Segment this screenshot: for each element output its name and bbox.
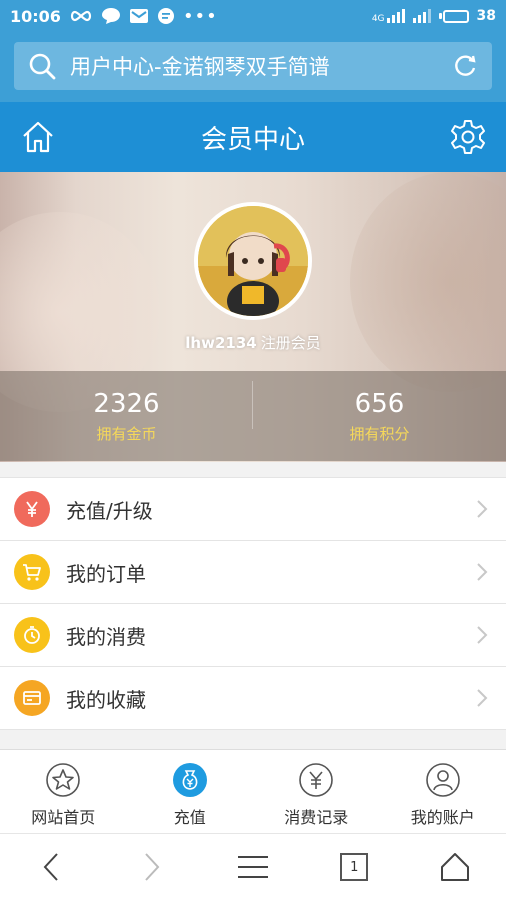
money-bag-icon [172,762,208,798]
menu-item-favorites[interactable]: 我的收藏 [0,667,506,730]
home-icon [441,853,470,881]
star-icon [45,762,81,798]
user-icon [425,762,461,798]
address-field[interactable]: 用户中心-金诺钢琴双手简谱 [14,42,492,90]
menu-label: 充值/升级 [66,498,153,523]
chevron-right-icon [145,853,160,881]
signal-icon-2 [412,9,431,23]
browser-address-bar: 用户中心-金诺钢琴双手简谱 [0,32,506,102]
network-type: 4G [371,14,385,24]
avatar[interactable] [194,202,312,320]
browser-nav-bar: 1 [0,833,506,900]
tab-spending-records[interactable]: 消费记录 [253,750,380,833]
chevron-right-icon [472,499,492,519]
chevron-left-icon [43,853,58,881]
tab-label: 充值 [173,808,206,827]
stat-points[interactable]: 656 拥有积分 [253,371,506,461]
user-info: lhw2134 注册会员 [0,332,506,353]
chevron-right-icon [472,625,492,645]
menu-list: 充值/升级 我的订单 我的消费 我的收藏 [0,477,506,730]
status-bar: 10:06 ••• 4G 38 [0,0,506,32]
forward-button[interactable] [101,834,202,900]
tab-label: 消费记录 [284,808,349,827]
tab-count: 1 [340,853,369,881]
settings-button[interactable] [448,117,488,157]
yen-icon [14,491,50,527]
more-icon: ••• [182,5,218,27]
back-button[interactable] [0,834,101,900]
message-icon [157,8,174,24]
tab-home[interactable]: 网站首页 [0,750,127,833]
mail-icon [129,9,148,23]
cart-icon [14,554,50,590]
home-button[interactable] [18,117,58,157]
stopwatch-icon [14,617,50,653]
stats-divider [252,381,253,429]
chat-bubble-icon [101,8,120,24]
search-icon [29,53,56,80]
home-nav-button[interactable] [405,834,506,900]
home-icon [23,121,53,153]
hamburger-icon [238,856,268,878]
refresh-icon[interactable] [452,53,478,79]
menu-button[interactable] [202,834,303,900]
chevron-right-icon [472,688,492,708]
menu-item-spending[interactable]: 我的消费 [0,604,506,667]
coins-value: 2326 [93,388,160,419]
infinity-icon [70,10,92,22]
menu-label: 我的消费 [66,624,146,649]
points-value: 656 [354,388,405,419]
stats-bar: 2326 拥有金币 656 拥有积分 [0,371,506,461]
coins-label: 拥有金币 [96,424,157,443]
chevron-right-icon [472,562,492,582]
signal-icon [386,9,405,23]
gear-icon [451,120,485,154]
battery-percent: 38 [476,8,496,24]
tab-my-account[interactable]: 我的账户 [380,750,506,833]
menu-label: 我的收藏 [66,687,146,712]
profile-banner: lhw2134 注册会员 2326 拥有金币 656 拥有积分 [0,172,506,462]
page-title: 会员中心 [200,124,305,155]
tabs-button[interactable]: 1 [304,834,405,900]
points-label: 拥有积分 [349,424,410,443]
battery-icon [438,9,469,23]
clock: 10:06 [10,6,61,26]
menu-label: 我的订单 [66,561,146,586]
page-title-in-url: 用户中心-金诺钢琴双手简谱 [70,55,330,79]
yen-circle-icon [298,762,334,798]
bottom-tab-bar: 网站首页 充值 消费记录 我的账户 [0,749,506,833]
menu-item-recharge[interactable]: 充值/升级 [0,478,506,541]
page-header: 会员中心 [0,102,506,172]
avatar-doll-image [198,206,308,316]
stat-coins[interactable]: 2326 拥有金币 [0,371,253,461]
user-role: 注册会员 [260,334,321,352]
username: lhw2134 [185,334,257,352]
tab-recharge[interactable]: 充值 [127,750,254,833]
menu-item-orders[interactable]: 我的订单 [0,541,506,604]
tab-label: 网站首页 [31,808,96,827]
card-icon [14,680,50,716]
tab-label: 我的账户 [410,808,475,827]
